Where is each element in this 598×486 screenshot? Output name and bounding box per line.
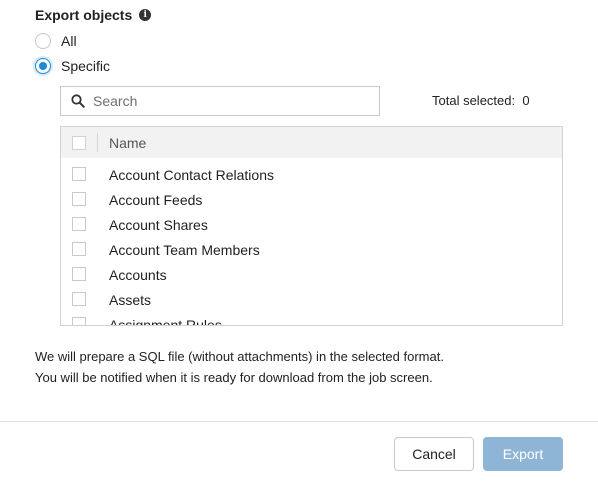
row-label: Assignment Rules xyxy=(109,317,222,326)
row-checkbox[interactable] xyxy=(72,267,86,281)
total-selected: Total selected: 0 xyxy=(432,93,530,108)
radio-specific[interactable] xyxy=(35,58,51,74)
table-row[interactable]: Assets xyxy=(61,285,562,310)
search-box[interactable] xyxy=(60,86,380,116)
total-selected-label: Total selected: xyxy=(432,93,516,108)
radio-specific-label: Specific xyxy=(61,58,111,74)
note-line-2: You will be notified when it is ready fo… xyxy=(35,370,433,385)
cancel-button[interactable]: Cancel xyxy=(394,437,474,471)
title-text: Export objects xyxy=(35,7,133,23)
radio-all[interactable] xyxy=(35,33,51,49)
export-objects-title: Export objects i xyxy=(35,7,152,23)
row-checkbox[interactable] xyxy=(72,292,86,306)
row-label: Accounts xyxy=(109,267,167,283)
row-checkbox[interactable] xyxy=(72,217,86,231)
row-checkbox[interactable] xyxy=(72,192,86,206)
row-checkbox[interactable] xyxy=(72,167,86,181)
column-header-name: Name xyxy=(109,134,147,151)
table-header: Name xyxy=(61,127,562,158)
footer-divider xyxy=(0,421,598,422)
row-label: Account Shares xyxy=(109,217,208,233)
export-note: We will prepare a SQL file (without atta… xyxy=(35,346,444,388)
table-row[interactable]: Account Contact Relations xyxy=(61,160,562,185)
export-button[interactable]: Export xyxy=(483,437,563,471)
radio-all-option[interactable]: All xyxy=(35,33,77,49)
row-checkbox[interactable] xyxy=(72,242,86,256)
note-line-1: We will prepare a SQL file (without atta… xyxy=(35,349,444,364)
header-divider xyxy=(97,133,98,152)
info-icon[interactable]: i xyxy=(139,9,152,21)
row-label: Assets xyxy=(109,292,152,308)
table-row[interactable]: Account Feeds xyxy=(61,185,562,210)
radio-all-label: All xyxy=(61,33,77,49)
row-label: Account Feeds xyxy=(109,192,203,208)
search-icon xyxy=(71,94,85,108)
table-body[interactable]: Account Contact Relations Account Feeds … xyxy=(61,158,562,326)
table-row[interactable]: Account Shares xyxy=(61,210,562,235)
objects-table: Name Account Contact Relations Account F… xyxy=(60,126,563,326)
radio-specific-option[interactable]: Specific xyxy=(35,58,110,74)
row-checkbox[interactable] xyxy=(72,317,86,325)
row-label: Account Team Members xyxy=(109,242,260,258)
search-input[interactable] xyxy=(91,92,355,110)
table-row[interactable]: Accounts xyxy=(61,260,562,285)
table-row[interactable]: Assignment Rules xyxy=(61,310,562,326)
total-selected-count: 0 xyxy=(522,93,530,108)
table-row[interactable]: Account Team Members xyxy=(61,235,562,260)
row-label: Account Contact Relations xyxy=(109,167,274,183)
select-all-checkbox[interactable] xyxy=(72,135,86,150)
